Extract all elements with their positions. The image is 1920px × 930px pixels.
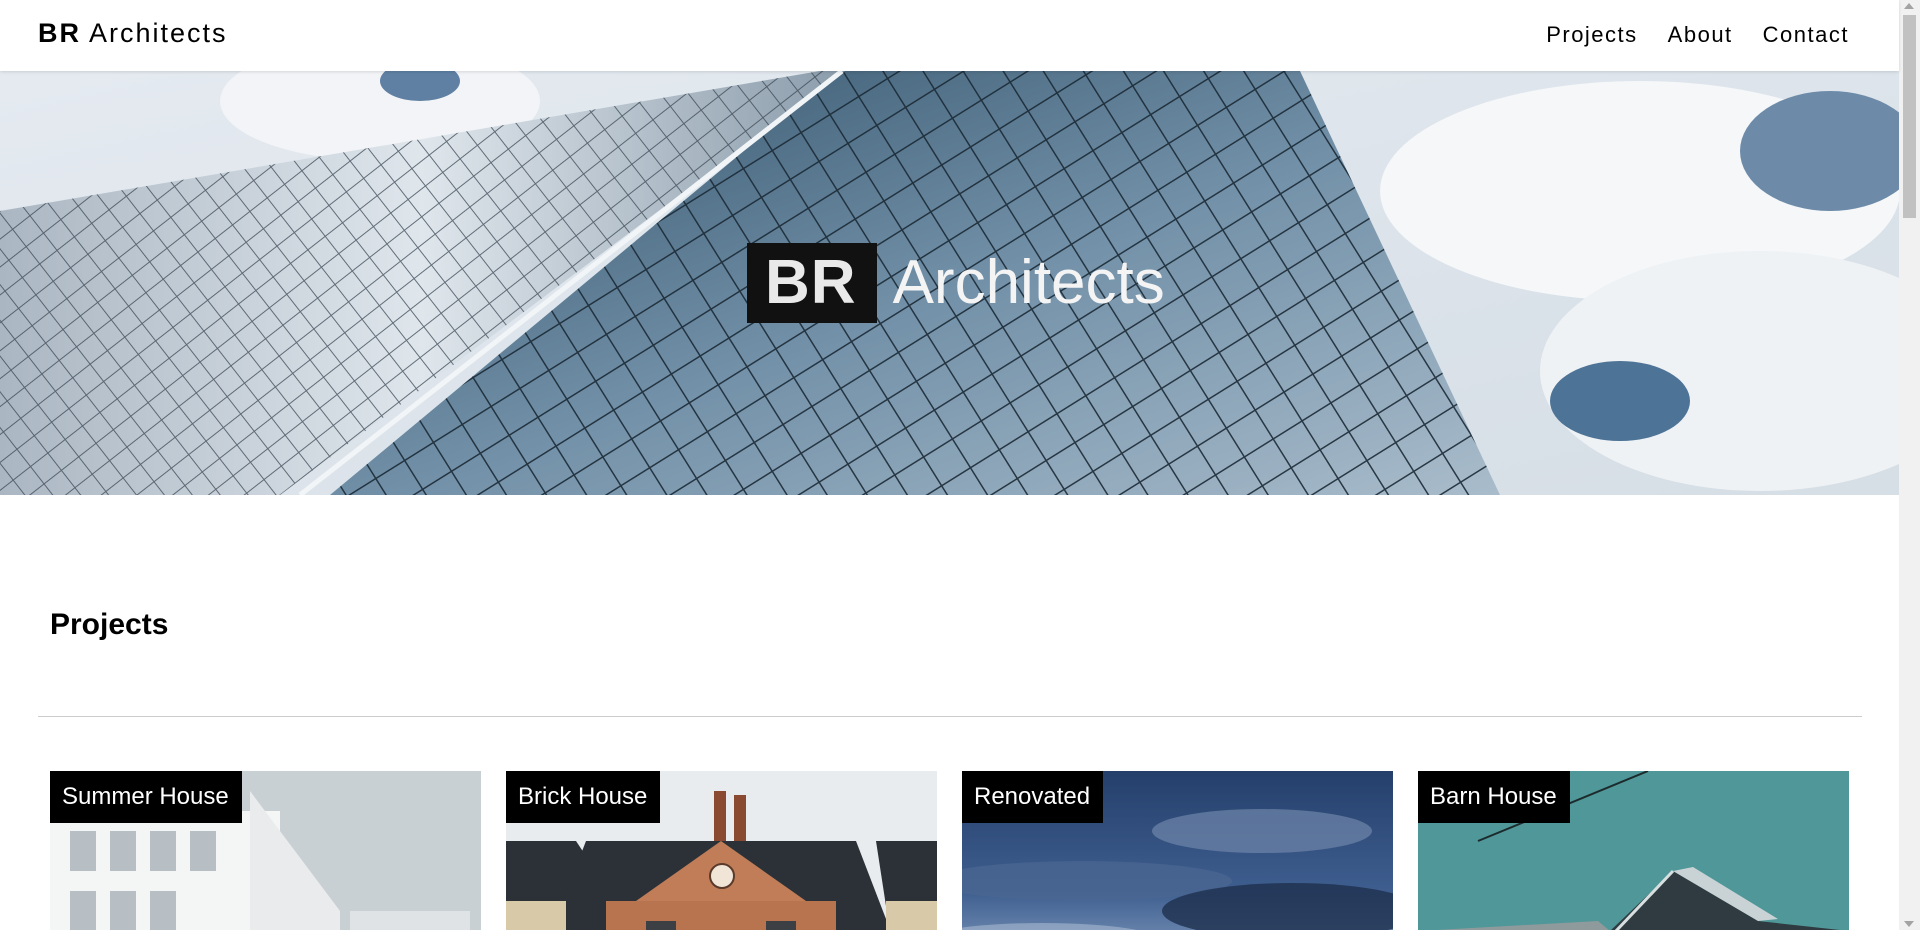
projects-heading: Projects: [50, 608, 169, 641]
projects-grid: Summer House Brick House Renovated Barn …: [50, 771, 1849, 930]
brand-logo[interactable]: BR Architects: [38, 18, 228, 49]
section-divider: [38, 716, 1862, 717]
page-scrollbar[interactable]: [1899, 0, 1920, 930]
project-card-summer-house[interactable]: Summer House: [50, 771, 481, 930]
hero-title: BR Architects: [747, 243, 1165, 323]
top-navbar: BR Architects Projects About Contact: [0, 0, 1899, 71]
project-card-brick-house[interactable]: Brick House: [506, 771, 937, 930]
nav-link-about[interactable]: About: [1668, 20, 1733, 50]
project-card-barn-house[interactable]: Barn House: [1418, 771, 1849, 930]
page: BR Architects Projects About Contact BR …: [0, 0, 1920, 930]
hero-title-rest: Architects: [892, 248, 1165, 317]
main-nav: Projects About Contact: [1546, 20, 1849, 50]
project-card-label: Brick House: [506, 771, 661, 823]
project-card-label: Barn House: [1418, 771, 1570, 823]
hero-banner: BR Architects: [0, 71, 1899, 495]
brand-rest-text: Architects: [81, 18, 228, 48]
project-card-label: Summer House: [50, 771, 242, 823]
nav-link-contact[interactable]: Contact: [1763, 20, 1849, 50]
brand-bold-text: BR: [38, 18, 81, 48]
scrollbar-thumb[interactable]: [1903, 15, 1916, 218]
project-card-label: Renovated: [962, 771, 1104, 823]
hero-title-bold: BR: [747, 243, 877, 323]
project-card-renovated[interactable]: Renovated: [962, 771, 1393, 930]
scroll-down-arrow-icon[interactable]: [1904, 921, 1914, 927]
nav-link-projects[interactable]: Projects: [1546, 20, 1637, 50]
scroll-up-arrow-icon[interactable]: [1904, 3, 1914, 9]
